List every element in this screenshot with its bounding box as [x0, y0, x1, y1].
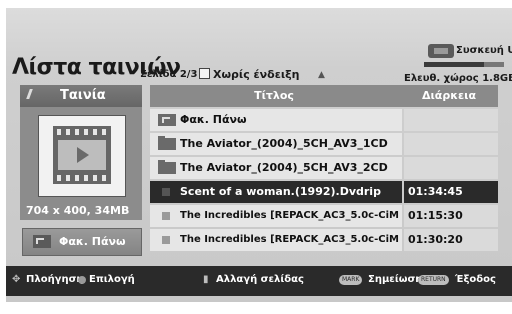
- row-title: The Incredibles [REPACK_AC3_5.0c-CiM: [180, 210, 399, 221]
- table-row[interactable]: Scent of a woman.(1992).Dvdrip 01:34:45: [150, 181, 498, 203]
- duration-cell: [404, 109, 498, 131]
- no-mark-filter[interactable]: Χωρίς ένδειξη: [199, 68, 299, 81]
- footer-page-change: Αλλαγή σελίδας: [216, 274, 304, 285]
- table-header: Τίτλος Διάρκεια: [150, 85, 498, 107]
- usb-space-bar: [424, 62, 504, 67]
- footer-exit: Έξοδος: [455, 274, 496, 285]
- return-key: RETURN: [418, 275, 449, 285]
- table-row[interactable]: Φακ. Πάνω: [150, 109, 498, 131]
- row-duration: 01:30:20: [408, 233, 463, 246]
- free-space: Ελευθ. χώρος 1.8GB: [404, 73, 512, 84]
- page-change-icon: ▮: [203, 274, 209, 285]
- row-duration: 01:34:45: [408, 185, 463, 198]
- movie-category-icon: [26, 89, 47, 99]
- table-row[interactable]: The Incredibles [REPACK_AC3_5.0c-CiM 01:3…: [150, 229, 498, 251]
- movie-file-icon: [162, 212, 170, 220]
- folder-icon: [158, 136, 176, 150]
- table-row[interactable]: The Aviator_(2004)_5CH_AV3_2CD: [150, 157, 498, 179]
- screen: Λίστα ταινιών Σελίδα 2/3 Χωρίς ένδειξη ▲…: [0, 0, 512, 314]
- col-title: Τίτλος: [254, 89, 294, 102]
- folder-up-icon: [33, 235, 51, 248]
- col-duration: Διάρκεια: [421, 89, 476, 102]
- row-title: Φακ. Πάνω: [180, 113, 247, 126]
- film-icon: [53, 126, 111, 184]
- footer-mark: Σημείωση: [368, 274, 423, 285]
- row-title: The Incredibles [REPACK_AC3_5.0c-CiM: [180, 234, 399, 245]
- duration-cell: [404, 133, 498, 155]
- footer-select: Επιλογή: [89, 274, 135, 285]
- folder-up-icon: [158, 114, 176, 126]
- page-indicator: Σελίδα 2/3: [140, 69, 198, 80]
- row-title: The Aviator_(2004)_5CH_AV3_2CD: [180, 161, 388, 174]
- usb-space-fill: [424, 62, 484, 67]
- folder-up-label: Φακ. Πάνω: [59, 235, 126, 248]
- ok-button-icon: [78, 276, 86, 284]
- file-table: Τίτλος Διάρκεια Φακ. Πάνω The Aviator_(20…: [150, 85, 498, 260]
- usb-label: Συσκευή USB: [456, 45, 512, 56]
- no-mark-label: Χωρίς ένδειξη: [213, 68, 300, 81]
- row-duration: 01:15:30: [408, 209, 463, 222]
- folder-icon: [158, 160, 176, 174]
- usb-icon: [428, 44, 454, 58]
- preview-panel: Ταινία 704 x 400, 34MB: [20, 85, 142, 220]
- play-icon: [77, 147, 89, 163]
- thumbnail: [38, 115, 126, 197]
- movie-file-icon: [162, 236, 170, 244]
- footer-bar: ✥ Πλοήγηση Επιλογή ▮ Αλλαγή σελίδας MARK…: [6, 266, 512, 296]
- duration-cell: [404, 157, 498, 179]
- folder-up-button[interactable]: Φακ. Πάνω: [22, 228, 142, 256]
- mark-key: MARK: [339, 275, 363, 285]
- footer-navigation: Πλοήγηση: [26, 274, 84, 285]
- movie-file-icon: [162, 188, 170, 196]
- scroll-up-icon: ▲: [318, 70, 325, 80]
- checkbox-icon[interactable]: [199, 68, 210, 79]
- resolution-info: 704 x 400, 34MB: [26, 204, 130, 217]
- preview-label: Ταινία: [60, 88, 106, 103]
- nav-arrows-icon: ✥: [12, 274, 21, 285]
- row-title: Scent of a woman.(1992).Dvdrip: [180, 185, 381, 198]
- usb-device-indicator: Συσκευή USB: [426, 42, 512, 64]
- row-title: The Aviator_(2004)_5CH_AV3_1CD: [180, 137, 388, 150]
- table-row[interactable]: The Aviator_(2004)_5CH_AV3_1CD: [150, 133, 498, 155]
- preview-header: Ταινία: [20, 85, 142, 107]
- table-row[interactable]: The Incredibles [REPACK_AC3_5.0c-CiM 01:1…: [150, 205, 498, 227]
